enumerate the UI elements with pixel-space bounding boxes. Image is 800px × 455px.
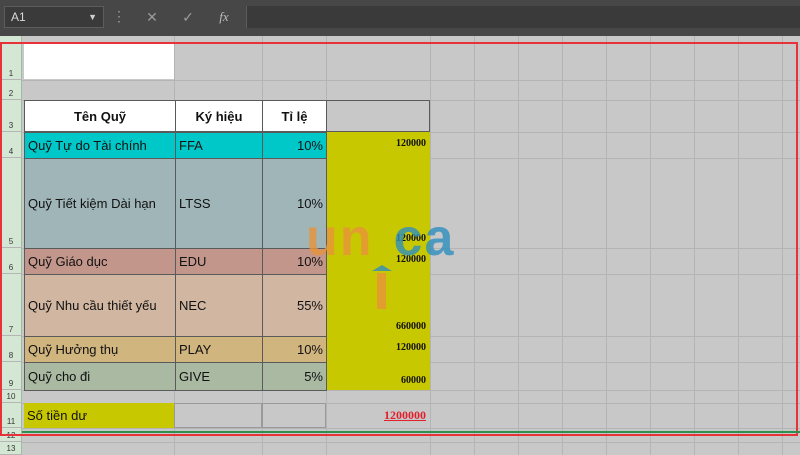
- chevron-down-icon[interactable]: ▼: [88, 7, 97, 27]
- cancel-icon[interactable]: ✕: [136, 6, 168, 28]
- formula-bar: A1 ▼ ⋮ ✕ ✓ fx: [0, 0, 800, 36]
- name-box[interactable]: A1 ▼: [4, 6, 104, 28]
- insert-function-icon[interactable]: fx: [208, 6, 240, 28]
- active-row-indicator: [22, 431, 800, 433]
- confirm-icon[interactable]: ✓: [172, 6, 204, 28]
- row-header-13[interactable]: 13: [0, 442, 22, 455]
- name-box-value: A1: [11, 10, 26, 24]
- formula-input[interactable]: [246, 6, 800, 28]
- grid-row-line: [22, 442, 800, 443]
- selection-outline: [0, 42, 798, 436]
- more-options-icon[interactable]: ⋮: [112, 8, 126, 25]
